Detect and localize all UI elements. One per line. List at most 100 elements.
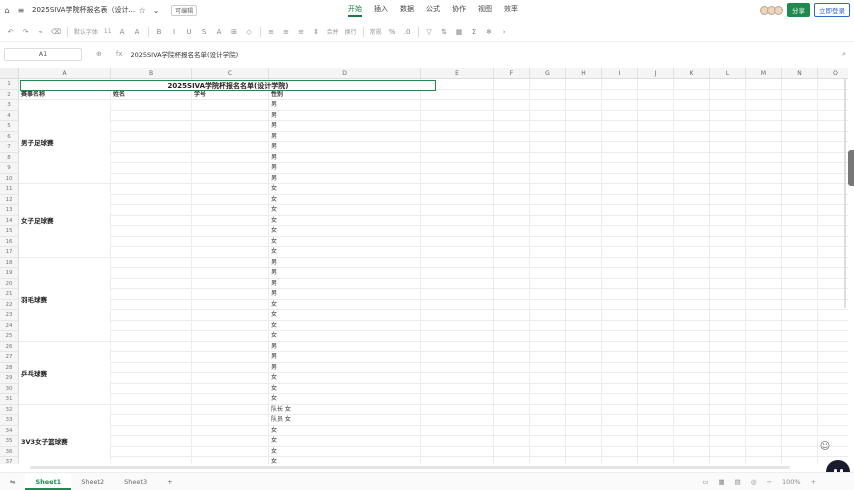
login-button[interactable]: 立即登录: [814, 3, 850, 17]
column-header-I[interactable]: I: [602, 68, 638, 79]
edit-mode-tag[interactable]: 可编辑: [171, 4, 198, 16]
freeze-icon[interactable]: ❄: [485, 26, 494, 38]
event-group-cell[interactable]: 乒乓球赛: [19, 341, 110, 404]
star-icon[interactable]: ☆: [135, 3, 149, 17]
zoom-out-icon[interactable]: −: [767, 478, 772, 486]
number-format-select[interactable]: 常规: [370, 27, 382, 36]
row-header-34[interactable]: 34: [0, 425, 19, 436]
underline-icon[interactable]: U: [185, 26, 194, 38]
gender-cell[interactable]: 男: [271, 258, 277, 269]
more-icon[interactable]: ›: [500, 26, 509, 38]
font-increase-icon[interactable]: A: [118, 26, 127, 38]
row-header-12[interactable]: 12: [0, 194, 19, 205]
header-cell-c[interactable]: 学号: [194, 90, 206, 101]
gender-cell[interactable]: 女: [271, 247, 277, 258]
sheet-tab-3[interactable]: Sheet3: [114, 474, 157, 490]
gender-cell[interactable]: 男: [271, 363, 277, 374]
sheet-tab-1[interactable]: Sheet1: [25, 473, 72, 490]
column-header-J[interactable]: J: [638, 68, 674, 79]
menu-home[interactable]: 开始: [348, 4, 362, 17]
column-header-G[interactable]: G: [530, 68, 566, 79]
gender-cell[interactable]: 女: [271, 394, 277, 405]
share-button[interactable]: 分享: [787, 3, 810, 17]
gender-cell[interactable]: 男: [271, 163, 277, 174]
row-header-31[interactable]: 31: [0, 394, 19, 405]
event-group-cell[interactable]: 羽毛球赛: [19, 257, 110, 341]
home-icon[interactable]: ⌂: [0, 3, 14, 17]
row-header-15[interactable]: 15: [0, 226, 19, 237]
gender-cell[interactable]: 男: [271, 153, 277, 164]
row-header-11[interactable]: 11: [0, 184, 19, 195]
row-header-7[interactable]: 7: [0, 142, 19, 153]
row-header-27[interactable]: 27: [0, 352, 19, 363]
event-group-cell[interactable]: 男子足球赛: [19, 100, 110, 183]
gender-cell[interactable]: 女: [271, 457, 277, 464]
valign-icon[interactable]: ⇕: [312, 26, 321, 38]
menu-efficiency[interactable]: 效率: [504, 4, 518, 17]
gender-cell[interactable]: 男: [271, 279, 277, 290]
gender-cell[interactable]: 队员 女: [271, 415, 291, 426]
font-name-select[interactable]: 默认字体: [74, 27, 98, 36]
menu-icon[interactable]: ≡: [14, 3, 28, 17]
gender-cell[interactable]: 女: [271, 447, 277, 458]
align-center-icon[interactable]: ≡: [282, 26, 291, 38]
vertical-scrollbar[interactable]: [844, 68, 854, 464]
horizontal-scrollbar[interactable]: [30, 466, 790, 469]
zoom-icon[interactable]: ⊕: [96, 50, 102, 58]
bold-icon[interactable]: B: [155, 26, 164, 38]
row-header-14[interactable]: 14: [0, 215, 19, 226]
normal-view-icon[interactable]: ▦: [719, 478, 725, 486]
row-header-28[interactable]: 28: [0, 362, 19, 373]
gender-cell[interactable]: 男: [271, 352, 277, 363]
header-cell-a[interactable]: 赛事名称: [21, 90, 45, 101]
name-box[interactable]: A1: [4, 47, 82, 61]
format-painter-icon[interactable]: ⌁: [36, 26, 45, 38]
menu-data[interactable]: 数据: [400, 4, 414, 17]
menu-insert[interactable]: 插入: [374, 4, 388, 17]
gender-cell[interactable]: 男: [271, 100, 277, 111]
row-header-19[interactable]: 19: [0, 268, 19, 279]
gender-cell[interactable]: 女: [271, 195, 277, 206]
row-header-2[interactable]: 2: [0, 89, 19, 100]
column-header-C[interactable]: C: [192, 68, 269, 79]
row-header-30[interactable]: 30: [0, 383, 19, 394]
select-all-corner[interactable]: [0, 68, 19, 79]
menu-collab[interactable]: 协作: [452, 4, 466, 17]
row-header-21[interactable]: 21: [0, 289, 19, 300]
chevron-down-icon[interactable]: ⌄: [149, 3, 163, 17]
column-header-L[interactable]: L: [710, 68, 746, 79]
gender-cell[interactable]: 男: [271, 121, 277, 132]
merge-button[interactable]: 合并: [327, 27, 339, 36]
page-view-icon[interactable]: ▭: [702, 478, 708, 486]
percent-button[interactable]: %: [388, 26, 397, 38]
row-header-16[interactable]: 16: [0, 236, 19, 247]
align-left-icon[interactable]: ≡: [267, 26, 276, 38]
row-header-32[interactable]: 32: [0, 404, 19, 415]
gender-cell[interactable]: 男: [271, 142, 277, 153]
row-header-35[interactable]: 35: [0, 436, 19, 447]
column-header-N[interactable]: N: [782, 68, 818, 79]
redo-icon[interactable]: ↷: [21, 26, 30, 38]
row-header-5[interactable]: 5: [0, 121, 19, 132]
gender-cell[interactable]: 女: [271, 310, 277, 321]
sheet-menu-icon[interactable]: ⇋: [0, 474, 25, 490]
gender-cell[interactable]: 女: [271, 226, 277, 237]
filter-icon[interactable]: ▽: [425, 26, 434, 38]
zoom-level[interactable]: 100%: [782, 478, 801, 486]
wrap-button[interactable]: 换行: [345, 27, 357, 36]
document-title[interactable]: 2025SIVA学院杯报名表（设计...: [32, 5, 135, 15]
row-header-3[interactable]: 3: [0, 100, 19, 111]
row-header-25[interactable]: 25: [0, 331, 19, 342]
row-header-1[interactable]: 1: [0, 79, 19, 90]
row-header-20[interactable]: 20: [0, 278, 19, 289]
fill-color-icon[interactable]: ◇: [245, 26, 254, 38]
gender-cell[interactable]: 女: [271, 300, 277, 311]
side-panel-handle[interactable]: [848, 150, 854, 186]
spreadsheet-grid[interactable]: ABCDEFGHIJKLMNOPQ12345678910111213141516…: [0, 68, 848, 464]
gender-cell[interactable]: 女: [271, 184, 277, 195]
fx-icon[interactable]: fx: [116, 50, 123, 58]
layout-view-icon[interactable]: ▤: [735, 478, 741, 486]
column-header-M[interactable]: M: [746, 68, 782, 79]
row-header-29[interactable]: 29: [0, 373, 19, 384]
gender-cell[interactable]: 男: [271, 111, 277, 122]
